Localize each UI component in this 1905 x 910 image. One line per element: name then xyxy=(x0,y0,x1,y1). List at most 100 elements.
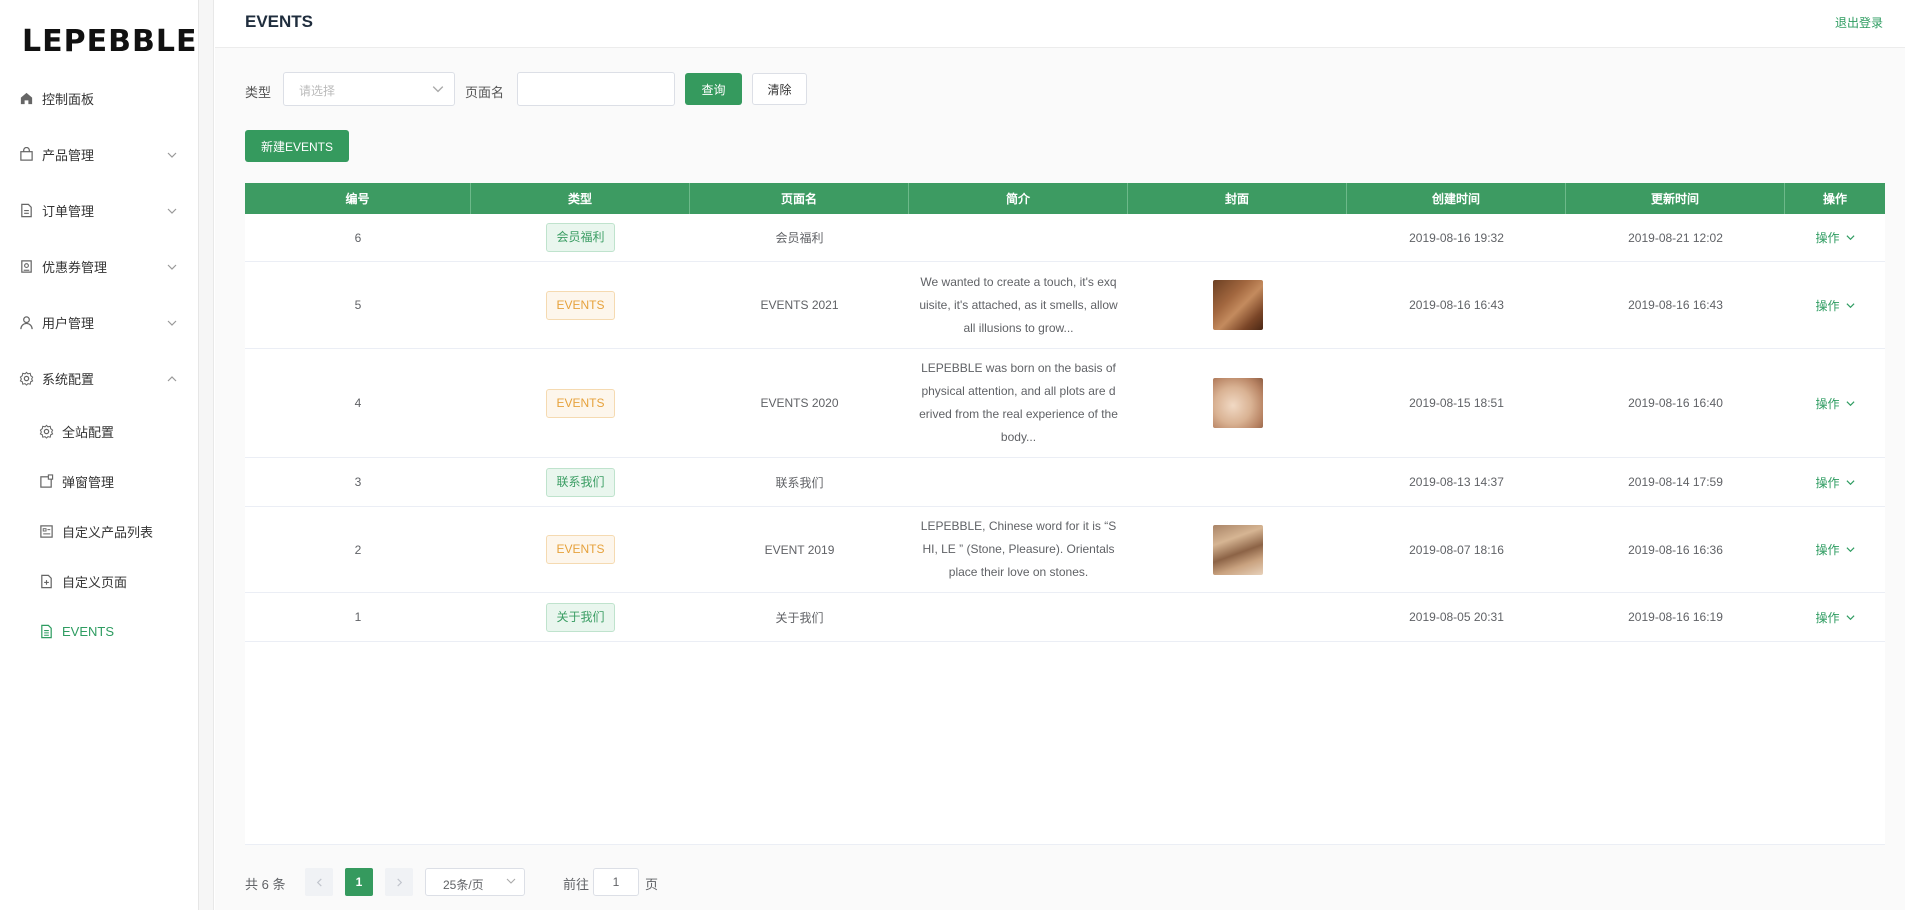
sidebar-item-label: 用户管理 xyxy=(42,315,95,331)
sidebar-item-label: 产品管理 xyxy=(42,147,95,163)
gear-icon xyxy=(38,423,54,439)
row-actions-dropdown[interactable]: 操作 xyxy=(1815,474,1855,491)
cell-page-name: 关于我们 xyxy=(775,610,824,625)
coupon-icon xyxy=(18,258,34,274)
row-actions-dropdown[interactable]: 操作 xyxy=(1815,297,1855,314)
goto-label: 前往 xyxy=(563,877,590,892)
popup-icon xyxy=(38,473,54,489)
row-actions-label: 操作 xyxy=(1815,396,1840,411)
sidebar-subitem-popups[interactable]: 弹窗管理 xyxy=(0,462,199,500)
bag-icon xyxy=(18,146,34,162)
cell-updated: 2019-08-16 16:19 xyxy=(1628,610,1723,624)
table-row: 2 EVENTS EVENT 2019 LEPEBBLE, Chinese wo… xyxy=(245,507,1885,593)
goto-suffix: 页 xyxy=(645,877,659,892)
table-row: 5 EVENTS EVENTS 2021 We wanted to create… xyxy=(245,262,1885,349)
type-tag: 会员福利 xyxy=(546,223,615,252)
goto-page-input[interactable]: 1 xyxy=(593,868,639,896)
sidebar-subitem-label: 自定义页面 xyxy=(62,574,128,590)
user-icon xyxy=(18,314,34,330)
row-actions-label: 操作 xyxy=(1815,475,1840,490)
chevron-down-icon xyxy=(506,875,516,889)
add-page-icon xyxy=(38,573,54,589)
search-button[interactable]: 查询 xyxy=(685,73,742,105)
type-tag: EVENTS xyxy=(546,535,615,564)
cell-updated: 2019-08-21 12:02 xyxy=(1628,230,1723,245)
brand-logo[interactable]: LEPEBBLE xyxy=(22,24,197,59)
sidebar-item-label: 系统配置 xyxy=(42,371,95,387)
document-icon xyxy=(18,202,34,218)
logout-link[interactable]: 退出登录 xyxy=(1835,14,1883,31)
row-actions-dropdown[interactable]: 操作 xyxy=(1815,229,1855,246)
sidebar-subitem-custom-pages[interactable]: 自定义页面 xyxy=(0,562,199,600)
gear-icon xyxy=(18,370,34,386)
page-size-value: 25条/页 xyxy=(443,878,484,892)
sidebar-subitem-custom-product-list[interactable]: 自定义产品列表 xyxy=(0,512,199,550)
cell-description: We wanted to create a touch, it's exquis… xyxy=(919,274,1118,335)
home-icon xyxy=(18,90,34,106)
column-header-type: 类型 xyxy=(471,183,690,214)
sidebar-item-products[interactable]: 产品管理 xyxy=(0,134,199,174)
new-events-button[interactable]: 新建EVENTS xyxy=(245,130,349,162)
cell-updated: 2019-08-16 16:40 xyxy=(1628,396,1723,410)
page-size-select[interactable]: 25条/页 xyxy=(425,868,525,896)
prev-page-button[interactable] xyxy=(305,868,333,896)
chevron-down-icon xyxy=(167,316,177,331)
cover-thumbnail[interactable] xyxy=(1212,280,1263,330)
row-actions-label: 操作 xyxy=(1815,610,1840,625)
sidebar-item-system-config[interactable]: 系统配置 xyxy=(0,358,199,398)
cell-cover xyxy=(1128,458,1347,506)
cell-id: 6 xyxy=(354,230,362,245)
cover-thumbnail[interactable] xyxy=(1212,524,1263,575)
row-actions-dropdown[interactable]: 操作 xyxy=(1815,541,1855,558)
row-actions-label: 操作 xyxy=(1815,231,1840,245)
column-header-updated: 更新时间 xyxy=(1566,183,1785,214)
table-header: 编号 类型 页面名 简介 封面 创建时间 更新时间 操作 xyxy=(245,183,1885,214)
sidebar-subitem-site-config[interactable]: 全站配置 xyxy=(0,412,199,450)
cell-page-name: 联系我们 xyxy=(775,475,824,490)
cell-updated: 2019-08-14 17:59 xyxy=(1628,475,1723,489)
page-number-current[interactable]: 1 xyxy=(345,868,373,896)
row-actions-dropdown[interactable]: 操作 xyxy=(1815,609,1855,626)
cell-created: 2019-08-16 16:43 xyxy=(1409,298,1504,312)
cell-updated: 2019-08-16 16:36 xyxy=(1628,542,1723,557)
chevron-down-icon xyxy=(1845,479,1855,485)
row-actions-label: 操作 xyxy=(1815,298,1840,313)
cell-page-name: 会员福利 xyxy=(775,231,824,245)
cell-created: 2019-08-07 18:16 xyxy=(1409,542,1504,557)
cell-description: LEPEBBLE was born on the basis of physic… xyxy=(919,361,1118,444)
table-row: 1 关于我们 关于我们 2019-08-05 20:31 2019-08-16 … xyxy=(245,593,1885,642)
table-row: 4 EVENTS EVENTS 2020 LEPEBBLE was born o… xyxy=(245,349,1885,458)
page-name-filter-label: 页面名 xyxy=(465,85,505,100)
page-name-input[interactable] xyxy=(517,72,675,106)
cover-thumbnail[interactable] xyxy=(1212,378,1263,428)
type-select[interactable]: 请选择 xyxy=(283,72,455,106)
clear-button[interactable]: 清除 xyxy=(752,73,807,105)
chevron-down-icon xyxy=(1845,235,1855,241)
sidebar-subitem-label: 弹窗管理 xyxy=(62,474,115,490)
column-header-created: 创建时间 xyxy=(1347,183,1566,214)
sidebar-item-users[interactable]: 用户管理 xyxy=(0,302,199,342)
column-header-description: 简介 xyxy=(909,183,1128,214)
chevron-down-icon xyxy=(1845,400,1855,406)
sidebar-item-orders[interactable]: 订单管理 xyxy=(0,190,199,230)
cell-id: 2 xyxy=(354,542,362,557)
cell-cover xyxy=(1128,214,1347,261)
type-filter-label: 类型 xyxy=(245,85,272,100)
chevron-right-icon xyxy=(396,877,402,887)
type-tag: 关于我们 xyxy=(546,602,615,632)
sidebar-item-dashboard[interactable]: 控制面板 xyxy=(0,78,199,118)
sidebar-subitem-label: EVENTS xyxy=(62,623,115,639)
sidebar-subitem-events[interactable]: EVENTS xyxy=(0,612,199,650)
sidebar-item-coupons[interactable]: 优惠券管理 xyxy=(0,246,199,286)
cell-id: 1 xyxy=(354,610,362,624)
row-actions-label: 操作 xyxy=(1815,543,1840,557)
next-page-button[interactable] xyxy=(385,868,413,896)
sidebar-item-label: 订单管理 xyxy=(42,203,95,219)
list-icon xyxy=(38,523,54,539)
row-actions-dropdown[interactable]: 操作 xyxy=(1815,395,1855,412)
type-tag: 联系我们 xyxy=(546,467,615,497)
cell-updated: 2019-08-16 16:43 xyxy=(1628,298,1723,312)
top-bar: EVENTS 退出登录 xyxy=(215,0,1905,48)
cell-id: 5 xyxy=(354,298,362,312)
column-header-id: 编号 xyxy=(245,183,471,214)
